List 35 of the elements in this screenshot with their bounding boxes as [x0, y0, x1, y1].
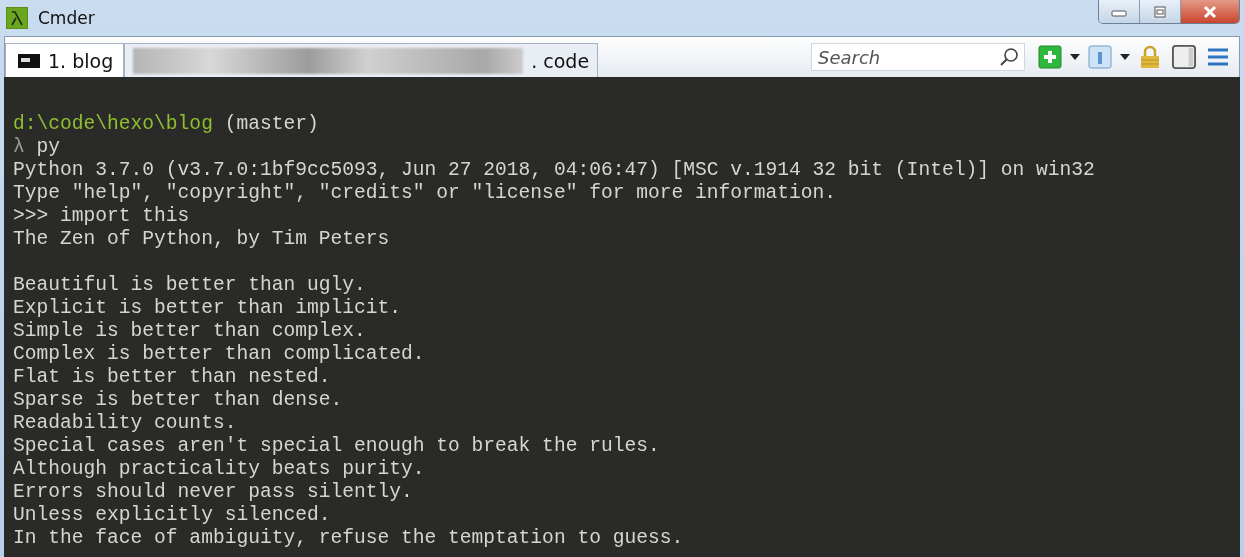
search-icon [999, 47, 1019, 67]
minimize-button[interactable] [1099, 0, 1140, 23]
output-line: Readability counts. [13, 412, 237, 434]
output-line: Errors should never pass silently. [13, 481, 413, 503]
prompt-path: d:\code\hexo\blog [13, 113, 213, 135]
prompt-symbol: λ [13, 136, 25, 158]
output-line: Type "help", "copyright", "credits" or "license" for more information. [13, 182, 837, 204]
output-line: Simple is better than complex. [13, 320, 366, 342]
output-line: Special cases aren't special enough to break the rules. [13, 435, 660, 457]
tab[interactable]: . code [124, 43, 599, 77]
window-title: Cmder [38, 8, 95, 28]
output-line: Unless explicitly silenced. [13, 504, 331, 526]
output-line: Although practicality beats purity. [13, 458, 425, 480]
maximize-button[interactable] [1140, 0, 1181, 23]
caret-icon[interactable] [1070, 54, 1080, 60]
console-icon [18, 53, 40, 68]
output-line: Beautiful is better than ugly. [13, 274, 366, 296]
output-line: Python 3.7.0 (v3.7.0:1bf9cc5093, Jun 27 2018, 04:06:47) [MSC v.1914 32 bit (Intel)] on win32 [13, 159, 1095, 181]
output-line: Complex is better than complicated. [13, 343, 425, 365]
tab[interactable]: 1. blog [5, 43, 125, 77]
search-field[interactable]: Search [811, 43, 1025, 71]
split-view-button[interactable] [1172, 45, 1196, 69]
output-line: Explicit is better than implicit. [13, 297, 402, 319]
output-line: The Zen of Python, by Tim Peters [13, 228, 390, 250]
close-button[interactable] [1181, 0, 1239, 23]
output-line: In the face of ambiguity, refuse the temptation to guess. [13, 527, 684, 549]
output-line: Flat is better than nested. [13, 366, 331, 388]
caret-icon[interactable] [1120, 54, 1130, 60]
command-text: py [36, 136, 61, 158]
output-line: >>> import this [13, 205, 190, 227]
output-line: Sparse is better than dense. [13, 389, 343, 411]
console-panel-button[interactable] [1088, 45, 1112, 69]
new-console-button[interactable] [1038, 45, 1062, 69]
lambda-logo-icon [6, 7, 28, 29]
git-branch: (master) [224, 113, 319, 135]
